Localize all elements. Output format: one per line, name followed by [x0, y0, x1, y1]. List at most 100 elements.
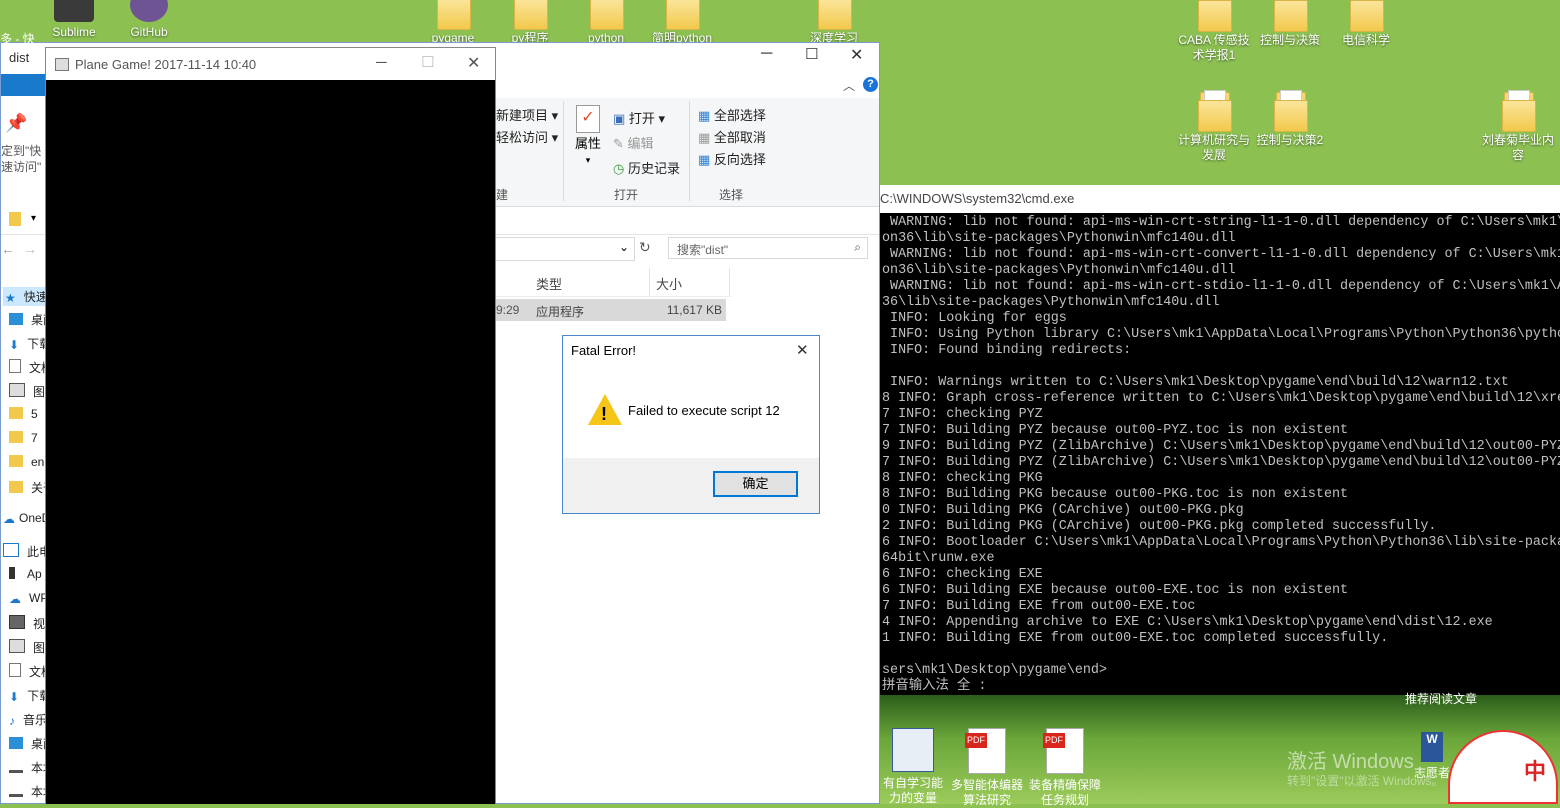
phone-icon: [9, 567, 15, 579]
sidebar-item-folder-5[interactable]: 5: [9, 407, 38, 421]
desktop-icon-self-learning[interactable]: 有自学习能力的变量: [880, 728, 946, 806]
desktop-icon-thesis[interactable]: 刘春菊毕业内容: [1478, 90, 1558, 163]
ribbon-group-new: 建: [496, 188, 509, 202]
sidebar-item-wps[interactable]: ☁ WP: [9, 591, 48, 606]
desktop-icon-control-decision-2[interactable]: 控制与决策2: [1250, 90, 1330, 148]
desktop-icon-pygame[interactable]: pygame: [413, 0, 493, 46]
cmd-line: 6 INFO: checking EXE: [882, 567, 1043, 582]
pin-icon[interactable]: 📌: [5, 113, 27, 134]
select-none-icon: ▦: [698, 130, 711, 145]
desktop-icon-deep-learning[interactable]: 深度学习: [794, 0, 874, 46]
desktop-icon-telecom[interactable]: 电信科学: [1326, 0, 1406, 48]
folder-icon: [1198, 90, 1232, 132]
folder-icon: [437, 0, 471, 30]
picture-icon: [9, 383, 25, 397]
document-icon: [9, 663, 21, 677]
tab-file[interactable]: [1, 74, 47, 96]
cmd-line: on36\lib\site-packages\Pythonwin\mfc140u…: [882, 231, 1236, 246]
cmd-line: 0 INFO: Building PKG (CArchive) out00-PK…: [882, 503, 1244, 518]
desktop-icon-pdf-equipment[interactable]: PDF 装备精确保障任务规划: [1026, 728, 1104, 808]
minimize-button[interactable]: ─: [761, 45, 772, 63]
folder-icon: [1274, 90, 1308, 132]
cmd-line: INFO: Using Python library C:\Users\mk1\…: [882, 327, 1560, 342]
cmd-line: WARNING: lib not found: api-ms-win-crt-s…: [882, 279, 1560, 294]
column-header-size[interactable]: 大小: [656, 274, 682, 293]
chevron-up-icon[interactable]: ︿: [843, 77, 855, 94]
close-button[interactable]: ✕: [467, 53, 480, 73]
new-item-button[interactable]: 新建项目 ▾: [496, 105, 558, 124]
download-icon: ⬇: [9, 690, 20, 704]
minimize-button[interactable]: ─: [376, 54, 387, 71]
sublime-icon: [54, 0, 94, 22]
desktop-icon-computer-research[interactable]: 计算机研究与发展: [1174, 90, 1254, 163]
cmd-text: WARNING: lib not found: api-ms-win-crt-s…: [880, 215, 1560, 695]
desktop-icon-caba[interactable]: CABA 传感技术学报1: [1174, 0, 1254, 63]
sidebar-item-music[interactable]: ♪ 音乐: [9, 711, 47, 728]
search-input[interactable]: 搜索"dist" ⌕: [668, 237, 868, 259]
maximize-button[interactable]: ☐: [421, 53, 434, 71]
ok-button[interactable]: 确定: [713, 471, 798, 497]
invert-selection-icon: ▦: [698, 152, 711, 167]
cmd-line: WARNING: lib not found: api-ms-win-crt-c…: [882, 247, 1560, 262]
close-button[interactable]: ✕: [850, 45, 863, 65]
star-icon: ★: [5, 291, 16, 305]
sidebar-item-folder-7[interactable]: 7: [9, 431, 38, 445]
history-button[interactable]: ◷ 历史记录: [613, 158, 680, 177]
cmd-window[interactable]: C:\WINDOWS\system32\cmd.exe WARNING: lib…: [880, 185, 1560, 695]
desktop-icon-py-programs[interactable]: py程序: [490, 0, 570, 46]
open-button[interactable]: ▣ 打开 ▾: [613, 108, 665, 127]
maximize-button[interactable]: ☐: [805, 45, 818, 63]
forward-button[interactable]: →: [23, 241, 37, 257]
refresh-button[interactable]: ↻: [639, 239, 651, 256]
desktop-icon-sublime[interactable]: Sublime: [34, 0, 114, 40]
plane-game-window[interactable]: Plane Game! 2017-11-14 10:40 ─ ☐ ✕: [45, 47, 496, 804]
cmd-line: 7 INFO: Building PYZ (ZlibArchive) C:\Us…: [882, 455, 1560, 470]
open-icon: ▣: [613, 111, 626, 126]
easy-access-button[interactable]: 轻松访问 ▾: [496, 127, 558, 146]
desktop-icon-github[interactable]: GitHub: [109, 0, 189, 40]
cmd-line: sers\mk1\Desktop\pygame\end>: [882, 663, 1107, 678]
cmd-line: 64bit\runw.exe: [882, 551, 995, 566]
folder-small-icon: [9, 212, 21, 226]
cmd-line: 2 INFO: Building PKG (CArchive) out00-PK…: [882, 519, 1437, 534]
dropdown-icon[interactable]: ▾: [31, 213, 36, 224]
edit-icon: ✎: [613, 136, 624, 151]
folder-icon: [666, 0, 700, 30]
select-none-button[interactable]: ▦ 全部取消: [698, 127, 766, 146]
fatal-error-dialog[interactable]: Fatal Error! ✕ ! Failed to execute scrip…: [562, 335, 820, 514]
window-app-icon: [55, 58, 69, 71]
ribbon-group-select: 选择: [719, 188, 744, 202]
cmd-title: C:\WINDOWS\system32\cmd.exe: [880, 191, 1075, 206]
dialog-close-button[interactable]: ✕: [796, 341, 809, 359]
column-header-type[interactable]: 类型: [536, 274, 562, 293]
edit-button[interactable]: ✎ 编辑: [613, 133, 654, 152]
desktop-icon-pdf-multi-agent[interactable]: PDF 多智能体编器算法研究: [948, 728, 1026, 808]
desktop-icon-python[interactable]: python: [566, 0, 646, 46]
desktop-icon: [9, 313, 23, 325]
cmd-output[interactable]: WARNING: lib not found: api-ms-win-crt-s…: [880, 213, 1560, 695]
ribbon-group-open: 打开: [614, 188, 639, 202]
back-button[interactable]: ←: [1, 241, 15, 257]
file-row[interactable]: 9:29 应用程序 11,617 KB: [496, 299, 726, 321]
recommend-read-label: 推荐阅读文章: [1405, 692, 1478, 706]
invert-selection-button[interactable]: ▦ 反向选择: [698, 149, 766, 168]
desktop-icon-control-decision[interactable]: 控制与决策: [1250, 0, 1330, 48]
folder-icon: [9, 407, 23, 419]
folder-icon: [514, 0, 548, 30]
chevron-down-icon[interactable]: ⌄: [619, 240, 629, 254]
sidebar-item-apple[interactable]: Ap: [9, 567, 42, 581]
help-icon[interactable]: ?: [863, 77, 878, 92]
sidebar-item-folder-end[interactable]: en: [9, 455, 44, 469]
desktop-icon-simple-python[interactable]: 简明python: [642, 0, 722, 46]
history-icon: ◷: [613, 161, 625, 176]
address-bar[interactable]: [496, 237, 635, 261]
select-all-button[interactable]: ▦ 全部选择: [698, 105, 766, 124]
dialog-message: Failed to execute script 12: [628, 403, 780, 418]
cmd-titlebar: C:\WINDOWS\system32\cmd.exe: [880, 185, 1560, 213]
select-all-icon: ▦: [698, 108, 711, 123]
game-title: Plane Game! 2017-11-14 10:40: [75, 57, 257, 72]
game-canvas[interactable]: [46, 80, 495, 804]
cmd-line: 6 INFO: Building EXE because out00-EXE.t…: [882, 583, 1349, 598]
desktop-icon: [9, 737, 23, 749]
properties-button[interactable]: ✓ 属性 ▾: [571, 105, 605, 166]
